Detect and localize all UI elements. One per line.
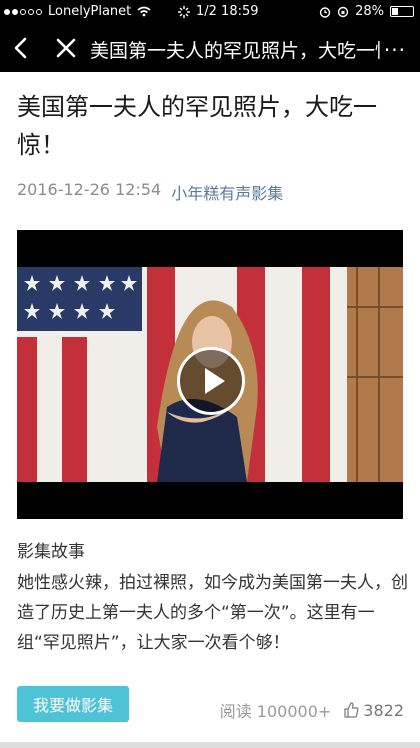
article-stats: 阅读 100000+ 3822	[220, 698, 404, 722]
author-link[interactable]: 小年糕有声影集	[171, 180, 283, 204]
close-icon[interactable]	[52, 34, 80, 62]
like-count: 3822	[363, 700, 404, 720]
more-menu-button[interactable]: ...	[384, 32, 406, 56]
status-right: 28%	[319, 4, 414, 19]
publish-date: 2016-12-26 12:54	[17, 180, 162, 199]
article-meta: 2016-12-26 12:54 小年糕有声影集	[17, 180, 283, 204]
carrier-name: LonelyPlanet	[48, 4, 132, 19]
make-album-button[interactable]: 我要做影集	[17, 686, 129, 722]
status-time: 1/2 18:59	[196, 4, 259, 19]
play-button[interactable]	[177, 347, 245, 415]
story-text: 她性感火辣，拍过裸照，如今成为美国第一夫人，创造了历史上第一夫人的多个“第一次”…	[17, 573, 408, 653]
battery-icon	[390, 6, 414, 17]
status-bar: LonelyPlanet 1/2 18:59 28%	[0, 0, 420, 24]
play-icon	[205, 368, 225, 394]
bottom-divider	[0, 742, 420, 748]
loading-icon	[178, 5, 190, 18]
video-player[interactable]	[17, 230, 403, 519]
like-button[interactable]: 3822	[343, 701, 404, 720]
wifi-icon	[137, 6, 151, 17]
back-icon[interactable]	[8, 34, 36, 62]
article-title: 美国第一夫人的罕见照片，大吃一惊！	[17, 93, 377, 159]
nav-bar: 美国第一夫人的罕见照片，大吃一惊！ ...	[0, 24, 420, 72]
alarm-icon	[319, 6, 331, 18]
rotation-lock-icon	[337, 6, 349, 17]
status-center: 1/2 18:59	[178, 4, 259, 19]
nav-title: 美国第一夫人的罕见照片，大吃一惊！	[90, 40, 380, 62]
battery-percent: 28%	[355, 4, 384, 19]
read-count: 阅读 100000+	[219, 702, 332, 721]
status-left: LonelyPlanet	[4, 4, 151, 19]
thumbs-up-icon	[344, 702, 359, 718]
signal-icon	[4, 8, 42, 15]
story-label: 影集故事	[17, 542, 85, 562]
